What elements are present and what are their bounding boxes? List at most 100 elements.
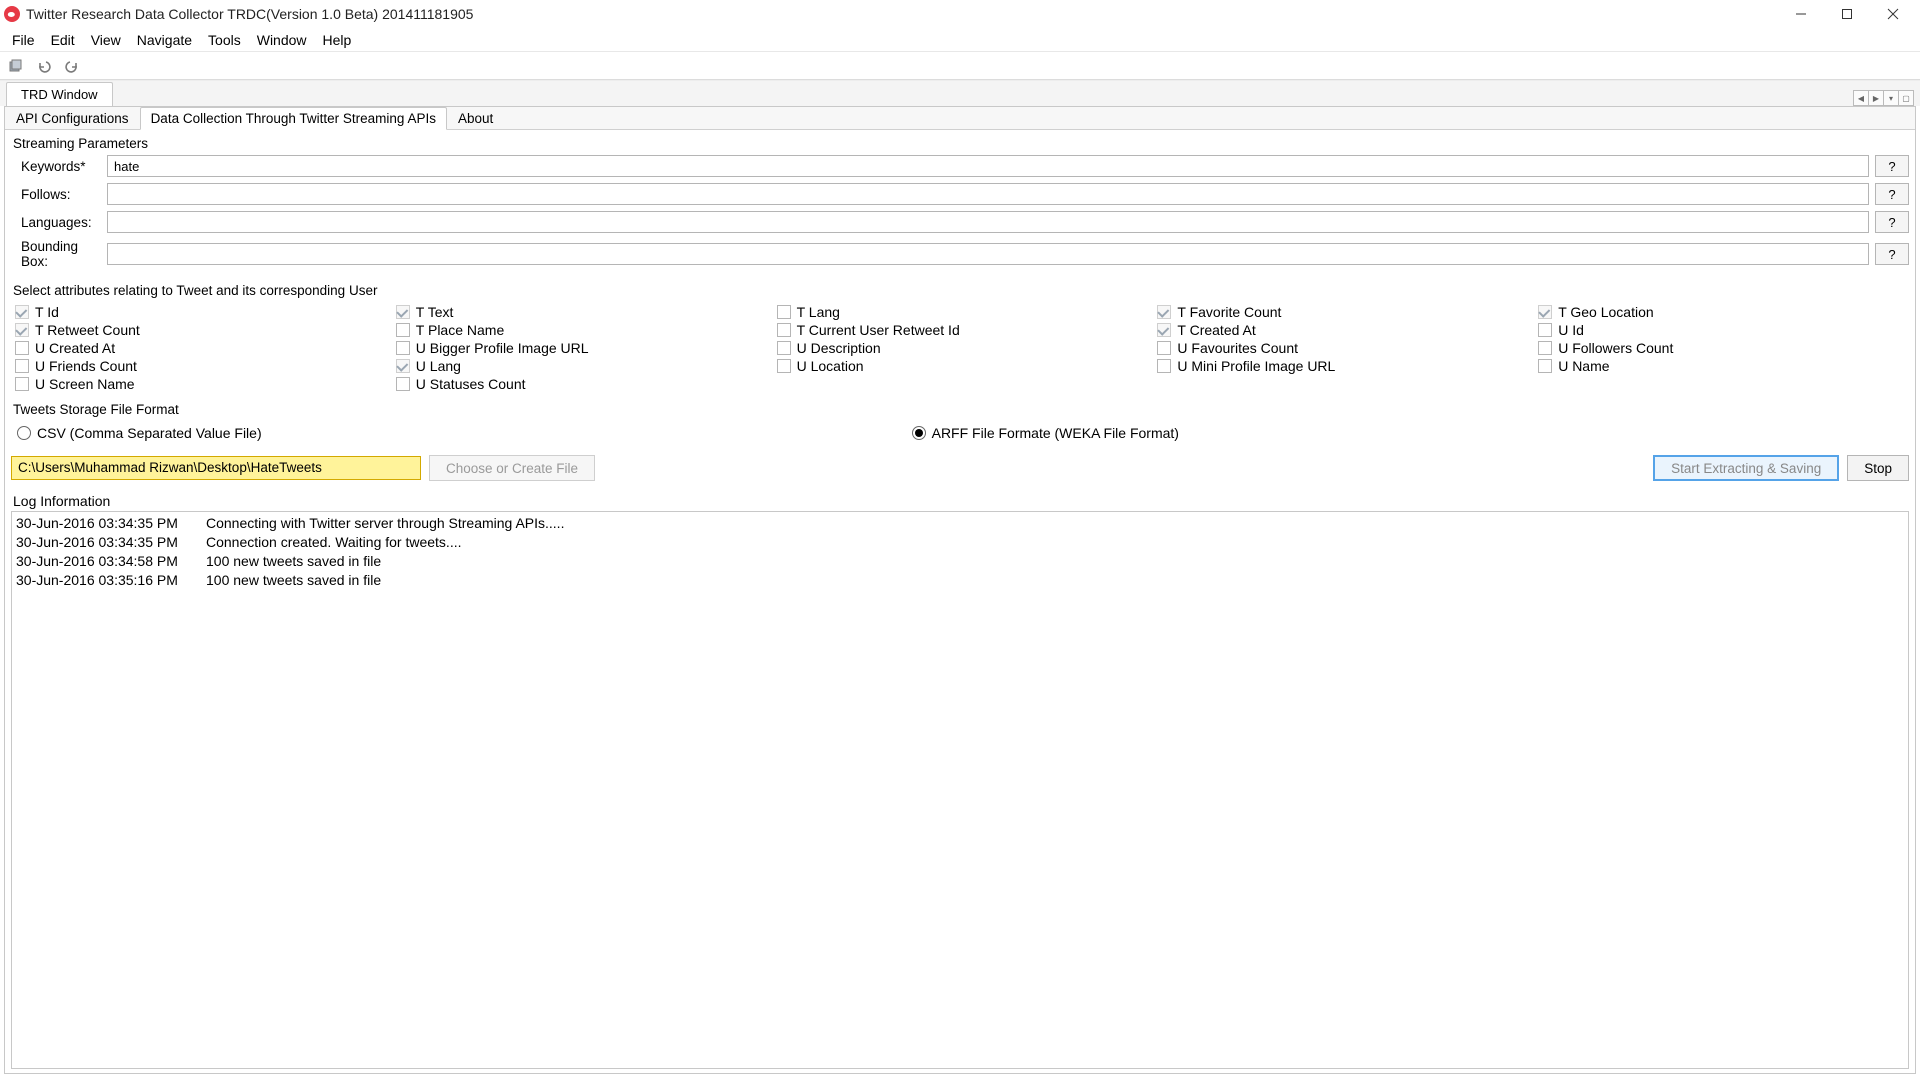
checkbox-u-friends-count[interactable]: U Friends Count: [15, 358, 386, 374]
languages-label: Languages:: [11, 215, 101, 230]
checkbox-t-place-name[interactable]: T Place Name: [396, 322, 767, 338]
checkbox-t-lang[interactable]: T Lang: [777, 304, 1148, 320]
menubar: File Edit View Navigate Tools Window Hel…: [0, 28, 1920, 52]
log-line: 30-Jun-2016 03:34:58 PM100 new tweets sa…: [16, 552, 1904, 571]
menu-view[interactable]: View: [83, 30, 129, 50]
checkbox-box: [777, 305, 791, 319]
checkbox-label: U Favourites Count: [1177, 340, 1298, 356]
checkbox-label: T Favorite Count: [1177, 304, 1281, 320]
tab-data-collection[interactable]: Data Collection Through Twitter Streamin…: [140, 107, 447, 130]
checkbox-label: U Location: [797, 358, 864, 374]
toolbar: [0, 52, 1920, 80]
stop-button[interactable]: Stop: [1847, 455, 1909, 481]
log-message: 100 new tweets saved in file: [206, 572, 381, 588]
checkbox-box: [1538, 341, 1552, 355]
checkbox-box: [1538, 305, 1552, 319]
attrs-title: Select attributes relating to Tweet and …: [11, 281, 1909, 302]
tab-about[interactable]: About: [447, 107, 504, 130]
checkbox-u-screen-name[interactable]: U Screen Name: [15, 376, 386, 392]
menu-navigate[interactable]: Navigate: [129, 30, 200, 50]
keywords-input[interactable]: [107, 155, 1869, 177]
checkbox-box: [1538, 359, 1552, 373]
bbox-input[interactable]: [107, 243, 1869, 265]
row-follows: Follows: ?: [11, 183, 1909, 205]
checkbox-label: U Name: [1558, 358, 1609, 374]
checkbox-label: U Statuses Count: [416, 376, 526, 392]
log-timestamp: 30-Jun-2016 03:34:35 PM: [16, 533, 206, 552]
checkbox-u-statuses-count[interactable]: U Statuses Count: [396, 376, 767, 392]
log-message: Connecting with Twitter server through S…: [206, 515, 564, 531]
checkbox-box: [777, 359, 791, 373]
save-all-icon[interactable]: [4, 55, 28, 77]
menu-file[interactable]: File: [4, 30, 43, 50]
checkbox-u-created-at[interactable]: U Created At: [15, 340, 386, 356]
checkbox-label: U Friends Count: [35, 358, 137, 374]
checkbox-label: T Created At: [1177, 322, 1255, 338]
checkbox-u-favourites-count[interactable]: U Favourites Count: [1157, 340, 1528, 356]
menu-window[interactable]: Window: [249, 30, 315, 50]
checkbox-label: T Retweet Count: [35, 322, 140, 338]
storage-title: Tweets Storage File Format: [11, 400, 1909, 421]
start-extracting-button[interactable]: Start Extracting & Saving: [1653, 455, 1839, 481]
redo-icon[interactable]: [60, 55, 84, 77]
row-languages: Languages: ?: [11, 211, 1909, 233]
checkbox-label: U Mini Profile Image URL: [1177, 358, 1335, 374]
checkbox-box: [15, 305, 29, 319]
tab-list-icon[interactable]: ▾: [1883, 90, 1899, 106]
log-title: Log Information: [11, 489, 1909, 511]
close-button[interactable]: [1870, 0, 1916, 28]
panel-body: Streaming Parameters Keywords* ? Follows…: [5, 130, 1915, 1073]
menu-edit[interactable]: Edit: [43, 30, 83, 50]
menu-tools[interactable]: Tools: [200, 30, 249, 50]
radio-arff-label: ARFF File Formate (WEKA File Format): [932, 425, 1179, 441]
tab-api-config[interactable]: API Configurations: [5, 107, 140, 130]
checkbox-label: U Id: [1558, 322, 1584, 338]
checkbox-label: T Id: [35, 304, 59, 320]
window-tab[interactable]: TRD Window: [6, 82, 113, 106]
undo-icon[interactable]: [32, 55, 56, 77]
titlebar: Twitter Research Data Collector TRDC(Ver…: [0, 0, 1920, 28]
log-line: 30-Jun-2016 03:34:35 PMConnecting with T…: [16, 514, 1904, 533]
menu-help[interactable]: Help: [315, 30, 360, 50]
checkbox-box: [1157, 305, 1171, 319]
checkbox-label: T Lang: [797, 304, 840, 320]
keywords-help-button[interactable]: ?: [1875, 155, 1909, 177]
checkbox-u-lang: U Lang: [396, 358, 767, 374]
follows-input[interactable]: [107, 183, 1869, 205]
tab-max-icon[interactable]: ▢: [1898, 90, 1914, 106]
checkbox-t-current-user-retweet-id[interactable]: T Current User Retweet Id: [777, 322, 1148, 338]
languages-help-button[interactable]: ?: [1875, 211, 1909, 233]
log-box[interactable]: 30-Jun-2016 03:34:35 PMConnecting with T…: [11, 511, 1909, 1069]
checkbox-u-mini-profile-image-url[interactable]: U Mini Profile Image URL: [1157, 358, 1528, 374]
checkbox-u-description[interactable]: U Description: [777, 340, 1148, 356]
tab-next-icon[interactable]: ▶: [1868, 90, 1884, 106]
attribute-grid: T IdT TextT LangT Favorite CountT Geo Lo…: [11, 302, 1909, 400]
storage-radio-row: CSV (Comma Separated Value File) ARFF Fi…: [11, 421, 1909, 451]
minimize-button[interactable]: [1778, 0, 1824, 28]
checkbox-u-followers-count[interactable]: U Followers Count: [1538, 340, 1909, 356]
checkbox-u-location[interactable]: U Location: [777, 358, 1148, 374]
languages-input[interactable]: [107, 211, 1869, 233]
checkbox-box: [396, 359, 410, 373]
checkbox-u-name[interactable]: U Name: [1538, 358, 1909, 374]
bbox-help-button[interactable]: ?: [1875, 243, 1909, 265]
tab-prev-icon[interactable]: ◀: [1853, 90, 1869, 106]
bbox-label: Bounding Box:: [11, 239, 101, 269]
checkbox-box: [15, 359, 29, 373]
log-timestamp: 30-Jun-2016 03:34:35 PM: [16, 514, 206, 533]
maximize-button[interactable]: [1824, 0, 1870, 28]
checkbox-t-text: T Text: [396, 304, 767, 320]
choose-file-button[interactable]: Choose or Create File: [429, 455, 595, 481]
checkbox-box: [15, 323, 29, 337]
follows-help-button[interactable]: ?: [1875, 183, 1909, 205]
checkbox-box: [396, 305, 410, 319]
radio-arff[interactable]: ARFF File Formate (WEKA File Format): [912, 425, 1179, 441]
inner-tabs: API Configurations Data Collection Throu…: [5, 107, 1915, 130]
checkbox-label: U Description: [797, 340, 881, 356]
log-message: 100 new tweets saved in file: [206, 553, 381, 569]
checkbox-u-id[interactable]: U Id: [1538, 322, 1909, 338]
checkbox-u-bigger-profile-image-url[interactable]: U Bigger Profile Image URL: [396, 340, 767, 356]
radio-csv[interactable]: CSV (Comma Separated Value File): [17, 425, 262, 441]
file-path-field[interactable]: C:\Users\Muhammad Rizwan\Desktop\HateTwe…: [11, 456, 421, 480]
radio-arff-dot: [912, 426, 926, 440]
